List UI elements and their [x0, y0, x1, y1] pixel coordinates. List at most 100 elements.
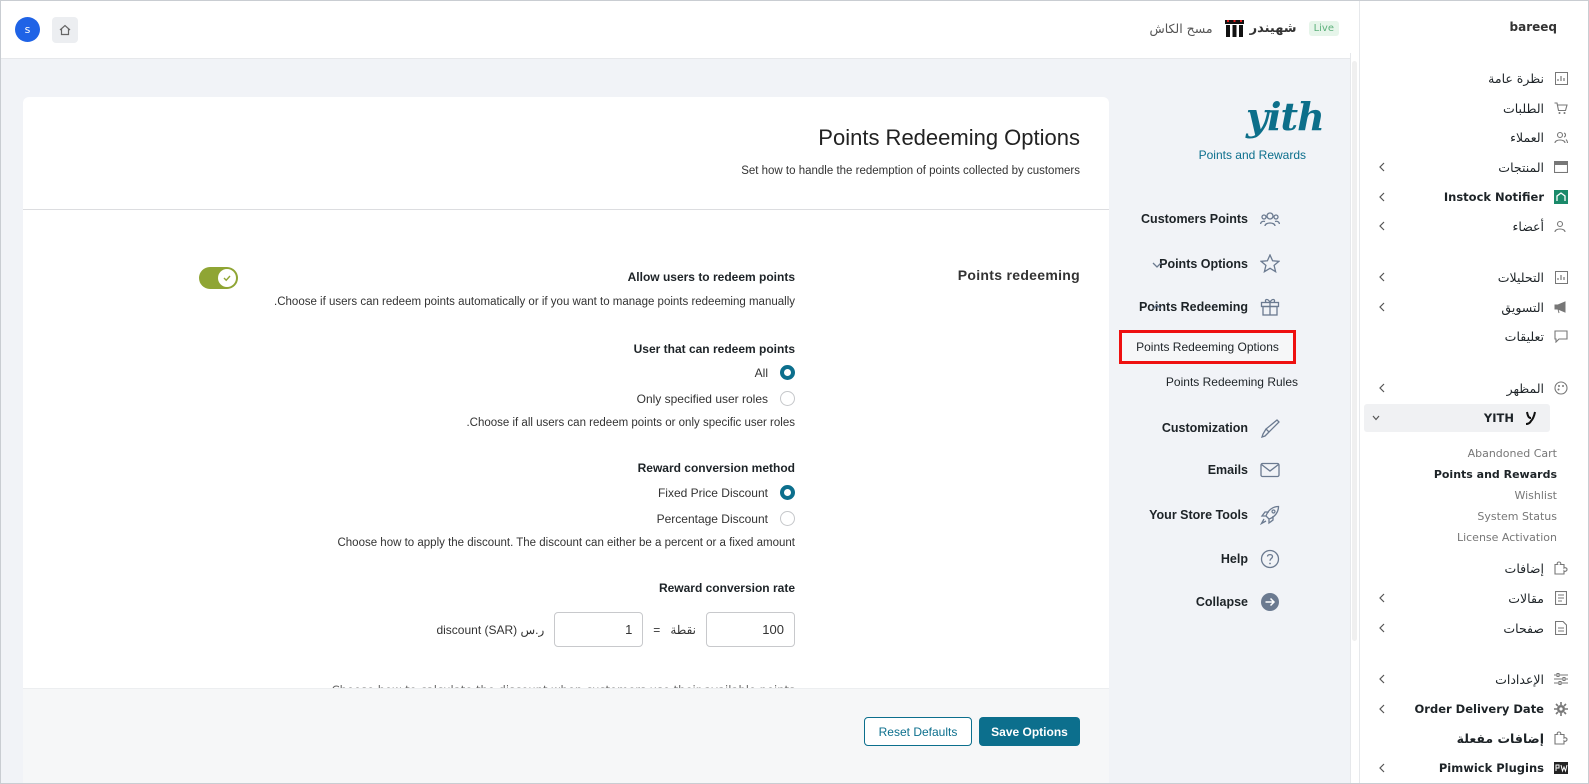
plugin-icon: [1554, 561, 1568, 575]
nav-store-tools[interactable]: Your Store Tools: [1149, 505, 1280, 525]
method-desc: Choose how to apply the discount. The di…: [337, 537, 795, 549]
rate-row: نقطة = ر.س discount (SAR): [436, 612, 795, 647]
app-window: s مسح الكاش شهيندر Live Points Redeeming…: [0, 0, 1589, 784]
sidebar-item-comments[interactable]: تعليقات: [1370, 322, 1580, 350]
user-option-all[interactable]: All: [755, 365, 795, 380]
sidebar-sub-license-activation[interactable]: License Activation: [1457, 531, 1557, 544]
help-icon: [1260, 549, 1280, 569]
nav-points-options[interactable]: Points Options: [1159, 254, 1280, 273]
sidebar-sub-wishlist[interactable]: Wishlist: [1514, 489, 1557, 502]
nav-customization-label: Customization: [1161, 421, 1248, 435]
site-brand[interactable]: bareeq: [1510, 20, 1557, 34]
sidebar-item-overview[interactable]: نظرة عامة: [1370, 64, 1580, 92]
cart-icon: [1554, 101, 1568, 115]
brush-icon: [1260, 419, 1280, 438]
rate-discount-input[interactable]: [554, 612, 644, 647]
star-icon: [1260, 254, 1280, 273]
sidebar-item-label: الطلبات: [1502, 100, 1544, 116]
sidebar-sub-system-status[interactable]: System Status: [1477, 510, 1557, 523]
nav-points-options-label: Points Options: [1159, 256, 1248, 271]
customers-icon: [1260, 212, 1280, 227]
sidebar-sub-points-rewards[interactable]: Points and Rewards: [1434, 468, 1557, 481]
user-avatar[interactable]: s: [15, 17, 40, 42]
sidebar-item-plugins[interactable]: إضافات: [1370, 554, 1580, 582]
sidebar-item-customers[interactable]: العملاء: [1370, 123, 1580, 151]
save-options-button[interactable]: Save Options: [979, 717, 1080, 746]
nav-collapse[interactable]: Collapse: [1196, 592, 1280, 612]
subnav-redeeming-options[interactable]: Points Redeeming Options: [1119, 330, 1296, 364]
sidebar-item-products[interactable]: المنتجات: [1370, 153, 1580, 181]
sidebar-item-label: تعليقات: [1504, 328, 1544, 344]
sidebar-item-settings[interactable]: الإعدادات: [1370, 665, 1580, 693]
chevron-left-icon: [1379, 192, 1385, 202]
sidebar-item-active-plugins[interactable]: إضافات مفعلة: [1370, 724, 1580, 752]
sidebar-sub-abandoned-cart[interactable]: Abandoned Cart: [1468, 447, 1557, 460]
chevron-down-icon[interactable]: [1150, 258, 1164, 272]
sidebar-item-label: الإعدادات: [1495, 671, 1544, 687]
chevron-left-icon: [1379, 763, 1385, 773]
allow-redeem-label: Allow users to redeem points: [627, 270, 795, 284]
gift-icon: [1260, 298, 1280, 316]
chevron-left-icon: [1379, 302, 1385, 312]
yith-logo: yith: [1246, 94, 1325, 139]
live-badge: Live: [1308, 21, 1339, 36]
shop-switcher[interactable]: شهيندر: [1224, 20, 1297, 37]
sidebar-item-label: صفحات: [1503, 620, 1544, 636]
rate-points-input[interactable]: [706, 612, 795, 647]
chevron-left-icon: [1379, 272, 1385, 282]
sidebar-item-orders[interactable]: الطلبات: [1370, 94, 1580, 122]
box-icon: [1554, 160, 1568, 174]
sidebar-item-label: التسويق: [1501, 299, 1544, 315]
chevron-left-icon: [1379, 704, 1385, 714]
nav-emails[interactable]: Emails: [1208, 462, 1280, 478]
method-option-percentage[interactable]: Percentage Discount: [657, 511, 795, 526]
comment-icon: [1554, 329, 1568, 343]
sidebar-item-label: مقالات: [1508, 590, 1544, 606]
sidebar-item-instock-notifier[interactable]: Instock Notifier: [1370, 183, 1580, 211]
chevron-left-icon: [1379, 221, 1385, 231]
sidebar-item-members[interactable]: أعضاء: [1370, 212, 1580, 240]
method-option-fixed[interactable]: Fixed Price Discount: [658, 485, 795, 500]
sidebar-item-label: YITH: [1483, 411, 1514, 425]
sidebar-item-label: Instock Notifier: [1443, 190, 1544, 204]
scrollbar-thumb[interactable]: [1352, 61, 1357, 641]
home-button[interactable]: [52, 17, 78, 43]
user-option-roles[interactable]: Only specified user roles: [637, 391, 795, 406]
nav-customers-points[interactable]: Customers Points: [1141, 210, 1280, 228]
plugin-icon: [1554, 731, 1568, 745]
chevron-up-icon[interactable]: [1150, 300, 1164, 314]
top-bar: s مسح الكاش شهيندر Live: [1, 1, 1359, 59]
nav-help[interactable]: Help: [1221, 549, 1280, 569]
radio-unselected[interactable]: [780, 391, 795, 406]
sidebar-item-posts[interactable]: مقالات: [1370, 584, 1580, 612]
palette-icon: [1554, 381, 1568, 395]
radio-selected[interactable]: [780, 365, 795, 380]
radio-selected[interactable]: [780, 485, 795, 500]
nav-customization[interactable]: Customization: [1162, 418, 1280, 438]
user-option-all-label: All: [754, 365, 768, 380]
admin-sidebar: bareeq نظرة عامة الطلبات العملاء المنتجا…: [1359, 1, 1588, 783]
sidebar-item-marketing[interactable]: التسويق: [1370, 293, 1580, 321]
sidebar-item-pages[interactable]: صفحات: [1370, 614, 1580, 642]
rate-points-unit: نقطة: [670, 622, 696, 637]
member-icon: [1554, 219, 1568, 233]
sidebar-item-label: التحليلات: [1497, 269, 1544, 285]
reset-defaults-button[interactable]: Reset Defaults: [864, 717, 972, 746]
subnav-redeeming-rules[interactable]: Points Redeeming Rules: [1166, 375, 1298, 389]
user-option-roles-label: Only specified user roles: [636, 391, 768, 406]
collapse-icon: [1261, 593, 1279, 611]
users-icon: [1554, 130, 1568, 144]
sidebar-item-appearance[interactable]: المظهر: [1370, 374, 1580, 402]
sidebar-item-order-delivery-date[interactable]: Order Delivery Date: [1370, 695, 1580, 723]
gear-icon: [1554, 702, 1568, 716]
sidebar-item-analytics[interactable]: التحليلات: [1370, 263, 1580, 291]
sidebar-item-pimwick-plugins[interactable]: Pimwick Plugins: [1370, 754, 1580, 782]
yith-icon: [1524, 411, 1538, 425]
cash-scan-link[interactable]: مسح الكاش: [1149, 21, 1212, 36]
mail-icon: [1260, 462, 1280, 478]
radio-unselected[interactable]: [780, 511, 795, 526]
allow-redeem-toggle[interactable]: [199, 267, 238, 289]
method-option-fixed-label: Fixed Price Discount: [657, 485, 768, 500]
options-card: Points Redeeming Options Set how to hand…: [23, 97, 1109, 783]
sidebar-item-yith[interactable]: YITH: [1364, 404, 1550, 432]
